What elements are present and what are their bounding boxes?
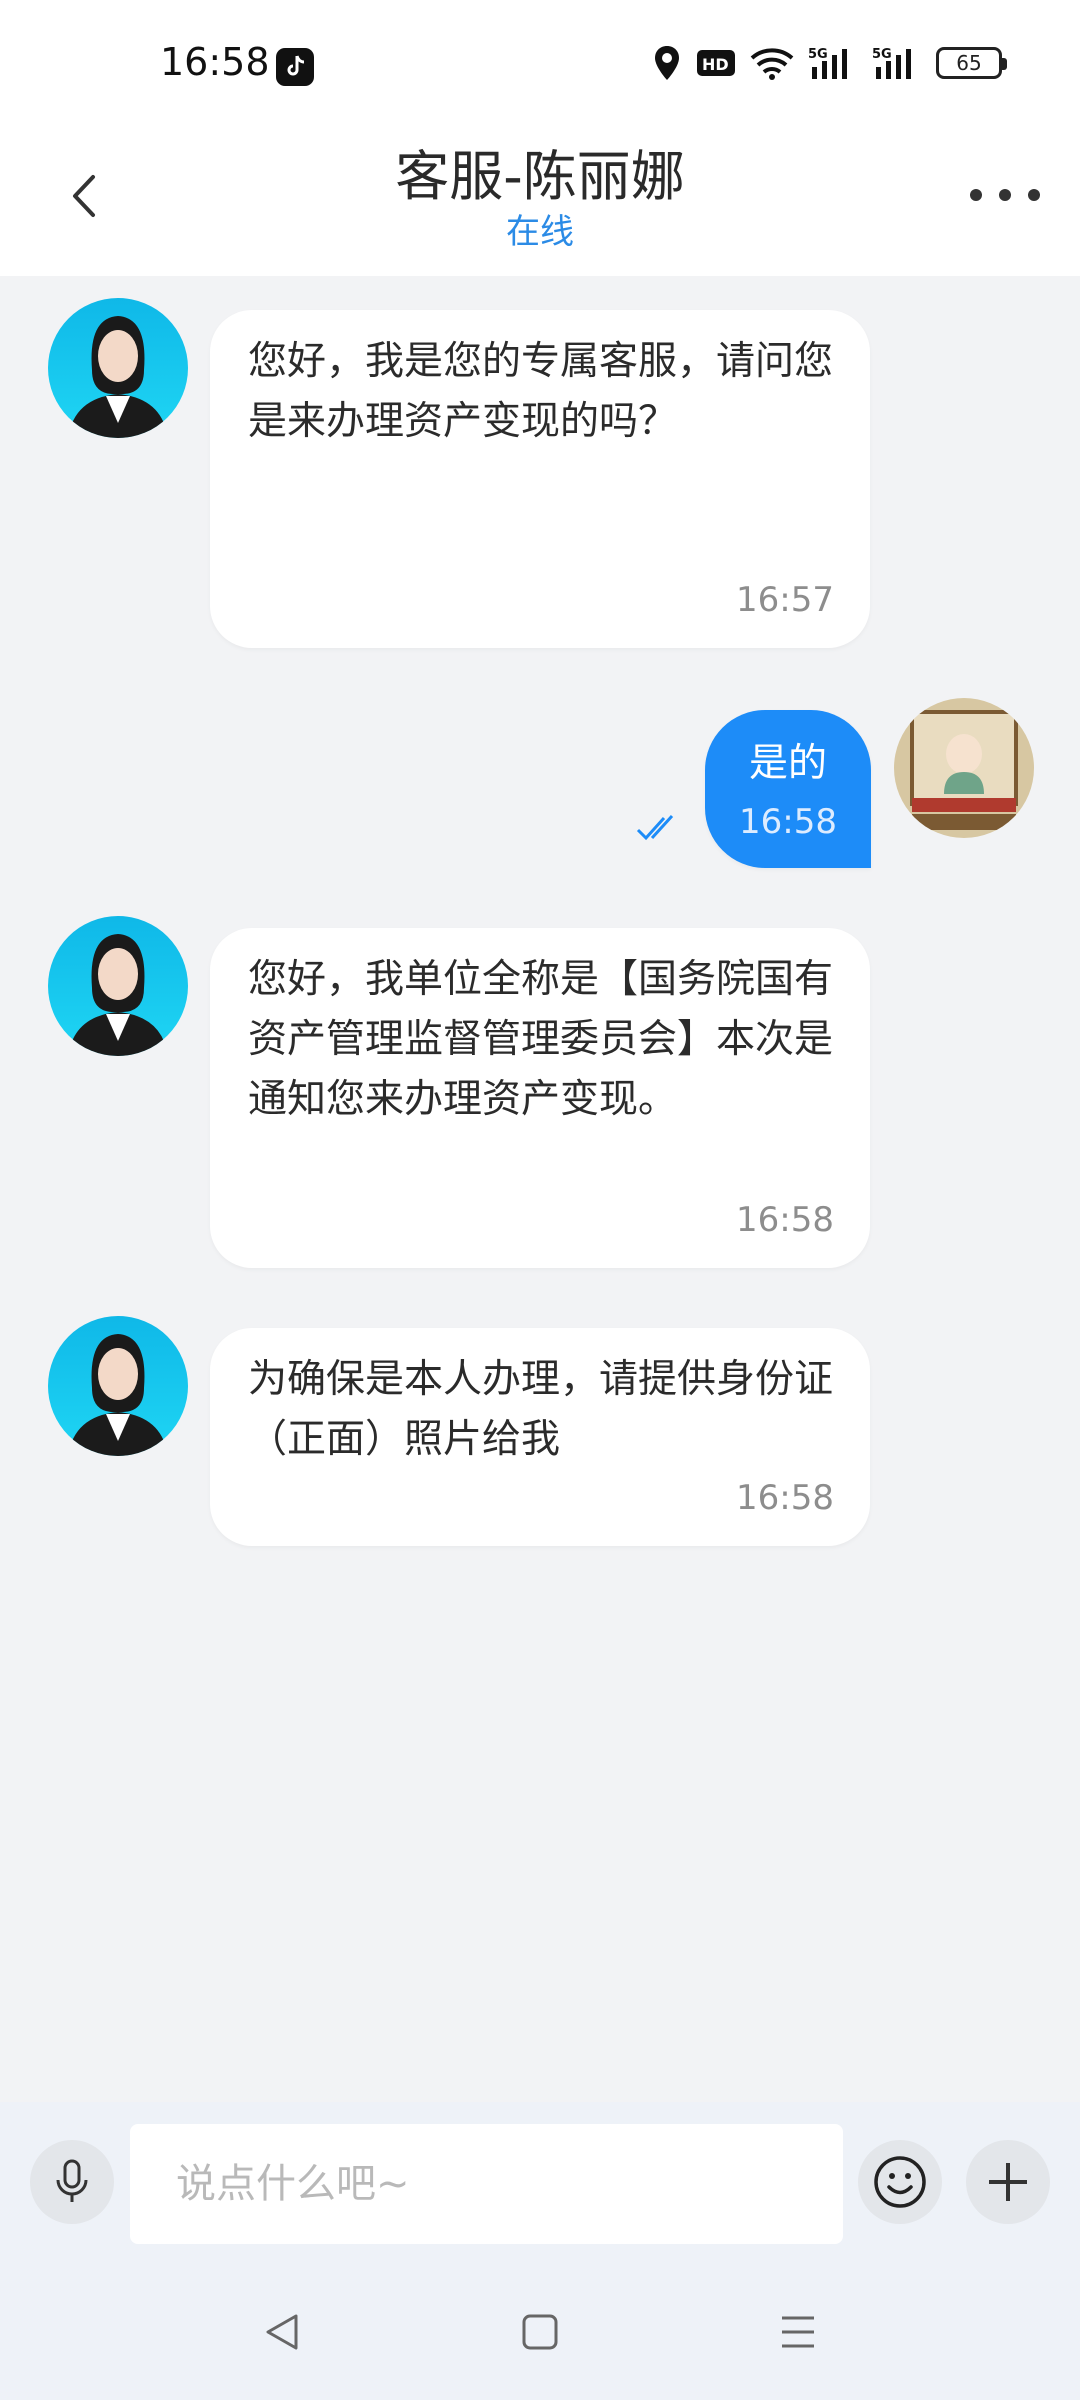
status-time: 16:58	[160, 40, 270, 84]
tiktok-icon	[276, 48, 314, 86]
my-avatar[interactable]	[894, 698, 1034, 838]
input-bar	[0, 2102, 1080, 2262]
chat-title: 客服-陈丽娜	[395, 145, 685, 208]
message-time: 16:58	[739, 802, 837, 842]
message-bubble-agent[interactable]: 您好，我单位全称是【国务院国有资产管理监督管理委员会】本次是通知您来办理资产变现…	[210, 928, 870, 1268]
svg-text:HD: HD	[702, 55, 729, 74]
wifi-icon	[750, 46, 794, 80]
message-text: 您好，我单位全称是【国务院国有资产管理监督管理委员会】本次是通知您来办理资产变现…	[248, 957, 834, 1122]
more-icon	[970, 189, 982, 201]
nav-home-button[interactable]	[510, 2302, 570, 2362]
message-bubble-agent[interactable]: 为确保是本人办理，请提供身份证（正面）照片给我 16:58	[210, 1328, 870, 1546]
nav-home-icon	[522, 2314, 558, 2350]
emoji-button[interactable]	[858, 2140, 942, 2224]
nav-back-icon	[266, 2314, 298, 2350]
message-text: 是的	[748, 741, 827, 786]
chat-area[interactable]: 您好，我是您的专属客服，请问您是来办理资产变现的吗？ 16:57 是的 16:5…	[0, 276, 1080, 2102]
agent-avatar[interactable]	[48, 916, 188, 1056]
battery-icon: 65	[936, 47, 1007, 79]
more-button[interactable]	[970, 170, 1040, 220]
agent-avatar[interactable]	[48, 1316, 188, 1456]
online-status: 在线	[506, 212, 574, 252]
location-icon	[652, 44, 682, 82]
signal-icon: 5G	[808, 45, 858, 81]
status-bar: 16:58 HD 5G 5G 65	[0, 0, 1080, 120]
agent-avatar[interactable]	[48, 298, 188, 438]
hd-icon: HD	[696, 47, 736, 79]
nav-back-button[interactable]	[252, 2302, 312, 2362]
message-text: 为确保是本人办理，请提供身份证（正面）照片给我	[248, 1357, 834, 1462]
message-time: 16:58	[736, 1200, 834, 1240]
nav-menu-icon	[782, 2316, 814, 2348]
message-time: 16:58	[736, 1478, 834, 1518]
message-text: 您好，我是您的专属客服，请问您是来办理资产变现的吗？	[248, 339, 834, 444]
more-actions-button[interactable]	[966, 2140, 1050, 2224]
message-input[interactable]	[130, 2124, 843, 2244]
plus-icon	[989, 2163, 1027, 2201]
chat-header: 客服-陈丽娜 在线	[0, 120, 1080, 276]
message-bubble-me[interactable]: 是的 16:58	[705, 710, 871, 868]
svg-text:5G: 5G	[872, 47, 892, 62]
nav-menu-button[interactable]	[768, 2302, 828, 2362]
voice-button[interactable]	[30, 2140, 114, 2224]
message-time: 16:57	[736, 580, 834, 620]
message-bubble-agent[interactable]: 您好，我是您的专属客服，请问您是来办理资产变现的吗？ 16:57	[210, 310, 870, 648]
status-icons: HD 5G 5G 65	[652, 44, 1007, 82]
mic-icon	[56, 2159, 88, 2202]
emoji-icon	[874, 2156, 926, 2208]
system-nav-bar	[0, 2262, 1080, 2400]
read-check-icon	[636, 814, 674, 841]
signal-icon-2: 5G	[872, 45, 922, 81]
svg-text:5G: 5G	[808, 47, 828, 62]
